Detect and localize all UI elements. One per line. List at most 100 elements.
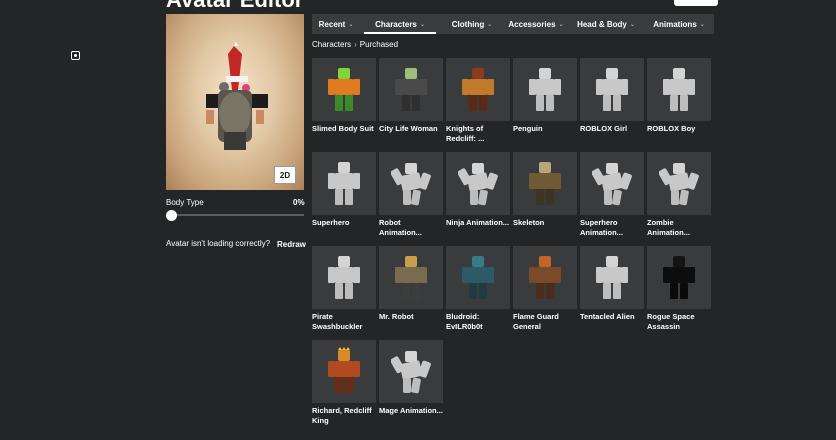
body-type-slider-thumb[interactable] — [166, 210, 177, 221]
item-name[interactable]: Knights of Redcliff: ... — [446, 124, 510, 144]
body-type-slider[interactable] — [170, 214, 304, 216]
item-card[interactable]: Zombie Animation... — [647, 152, 711, 246]
character-figure-icon — [462, 255, 494, 299]
item-thumbnail[interactable] — [446, 152, 510, 215]
character-figure-icon — [462, 67, 494, 111]
character-figure-icon — [596, 255, 628, 299]
item-name[interactable]: Penguin — [513, 124, 577, 134]
breadcrumb-characters[interactable]: Characters — [312, 40, 351, 49]
tab-recent[interactable]: Recent ⌄ — [312, 14, 360, 34]
item-card[interactable]: Bludroid: EvILR0b0t — [446, 246, 510, 340]
item-thumbnail[interactable] — [513, 152, 577, 215]
character-figure-icon — [328, 67, 360, 111]
item-thumbnail[interactable] — [446, 58, 510, 121]
item-card[interactable]: Superhero Animation... — [580, 152, 644, 246]
item-name[interactable]: Superhero Animation... — [580, 218, 644, 238]
item-card[interactable]: Tentacled Alien — [580, 246, 644, 340]
item-name[interactable]: Flame Guard General — [513, 312, 577, 332]
item-thumbnail[interactable] — [580, 246, 644, 309]
item-thumbnail[interactable] — [580, 58, 644, 121]
tab-accessories[interactable]: Accessories ⌄ — [504, 14, 568, 34]
tab-animations[interactable]: Animations ⌄ — [644, 14, 714, 34]
item-name[interactable]: Richard, Redcliff King — [312, 406, 376, 426]
item-name[interactable]: Tentacled Alien — [580, 312, 644, 322]
item-card[interactable]: Skeleton — [513, 152, 577, 246]
tab-head-body[interactable]: Head & Body ⌄ — [568, 14, 644, 34]
item-card[interactable]: City Life Woman — [379, 58, 443, 152]
item-name[interactable]: Rogue Space Assassin — [647, 312, 711, 332]
item-card[interactable]: Richard, Redcliff King — [312, 340, 376, 434]
item-thumbnail[interactable] — [379, 152, 443, 215]
item-thumbnail[interactable] — [513, 246, 577, 309]
item-thumbnail[interactable] — [647, 58, 711, 121]
item-name[interactable]: Mr. Robot — [379, 312, 443, 322]
item-card[interactable]: ROBLOX Girl — [580, 58, 644, 152]
item-thumbnail[interactable] — [312, 340, 376, 403]
character-figure-icon — [529, 255, 561, 299]
item-name[interactable]: Superhero — [312, 218, 376, 228]
body-type-value: 0% — [293, 198, 305, 207]
item-card[interactable]: Penguin — [513, 58, 577, 152]
tab-characters[interactable]: Characters ⌄ — [360, 14, 440, 34]
character-figure-icon — [328, 255, 360, 299]
character-figure-icon — [395, 67, 427, 111]
item-thumbnail[interactable] — [312, 246, 376, 309]
item-card[interactable]: Pirate Swashbuckler — [312, 246, 376, 340]
item-thumbnail[interactable] — [379, 246, 443, 309]
item-card[interactable]: Flame Guard General — [513, 246, 577, 340]
character-figure-icon — [529, 161, 561, 205]
item-card[interactable]: Mr. Robot — [379, 246, 443, 340]
chevron-down-icon: ⌄ — [419, 21, 425, 28]
item-name[interactable]: City Life Woman — [379, 124, 443, 134]
character-figure-icon — [529, 67, 561, 111]
item-thumbnail[interactable] — [312, 152, 376, 215]
item-card[interactable]: ROBLOX Boy — [647, 58, 711, 152]
item-thumbnail[interactable] — [379, 58, 443, 121]
item-name[interactable]: Mage Animation... — [379, 406, 443, 416]
item-thumbnail[interactable] — [312, 58, 376, 121]
item-card[interactable]: Ninja Animation... — [446, 152, 510, 246]
breadcrumb-purchased[interactable]: Purchased — [360, 40, 398, 49]
character-figure-icon — [328, 161, 360, 205]
tab-clothing[interactable]: Clothing ⌄ — [440, 14, 504, 34]
item-card[interactable]: Knights of Redcliff: ... — [446, 58, 510, 152]
item-name[interactable]: ROBLOX Girl — [580, 124, 644, 134]
item-name[interactable]: Slimed Body Suit — [312, 124, 376, 134]
item-thumbnail[interactable] — [647, 246, 711, 309]
breadcrumb: Characters › Purchased — [312, 40, 398, 49]
tab-label: Accessories — [508, 19, 556, 29]
item-card[interactable]: Robot Animation... — [379, 152, 443, 246]
character-figure-icon — [328, 346, 360, 393]
character-figure-icon — [395, 255, 427, 299]
page-title: Avatar Editor — [166, 0, 303, 13]
item-name[interactable]: Robot Animation... — [379, 218, 443, 238]
item-thumbnail[interactable] — [580, 152, 644, 215]
header-button[interactable] — [674, 0, 718, 6]
item-card[interactable]: Mage Animation... — [379, 340, 443, 434]
item-name[interactable]: Skeleton — [513, 218, 577, 228]
avatar-loading-help: Avatar isn't loading correctly? — [166, 239, 271, 248]
avatar-figure — [206, 42, 268, 150]
item-thumbnail[interactable] — [513, 58, 577, 121]
item-thumbnail[interactable] — [647, 152, 711, 215]
character-figure-icon — [663, 67, 695, 111]
character-figure-icon — [391, 350, 431, 393]
item-name[interactable]: Pirate Swashbuckler — [312, 312, 376, 332]
item-name[interactable]: ROBLOX Boy — [647, 124, 711, 134]
character-figure-icon — [663, 255, 695, 299]
redraw-link[interactable]: Redraw — [277, 240, 306, 249]
avatar-preview[interactable]: 2D — [166, 14, 304, 190]
item-name[interactable]: Bludroid: EvILR0b0t — [446, 312, 510, 332]
item-name[interactable]: Zombie Animation... — [647, 218, 711, 238]
body-type-label: Body Type — [166, 198, 204, 207]
view-toggle-2d-button[interactable]: 2D — [274, 166, 296, 184]
chevron-down-icon: ⌄ — [629, 21, 635, 28]
item-thumbnail[interactable] — [379, 340, 443, 403]
item-card[interactable]: Slimed Body Suit — [312, 58, 376, 152]
chevron-down-icon: ⌄ — [487, 21, 493, 28]
item-thumbnail[interactable] — [446, 246, 510, 309]
item-card[interactable]: Superhero — [312, 152, 376, 246]
item-card[interactable]: Rogue Space Assassin — [647, 246, 711, 340]
item-name[interactable]: Ninja Animation... — [446, 218, 510, 228]
chevron-down-icon: ⌄ — [348, 21, 354, 28]
